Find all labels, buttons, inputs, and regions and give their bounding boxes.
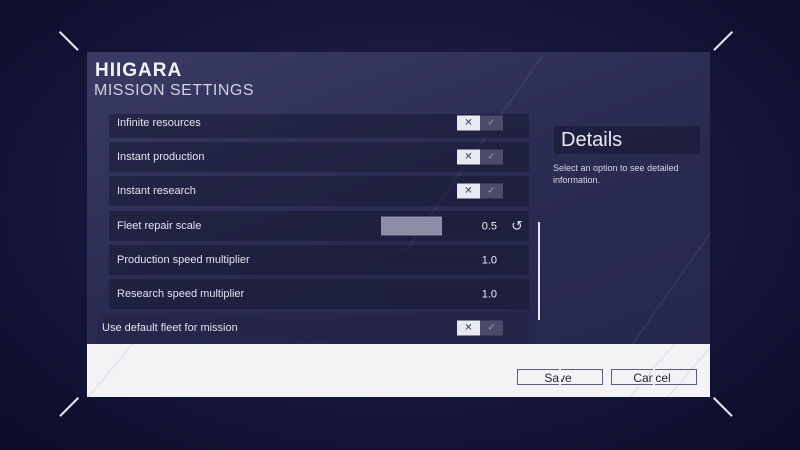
setting-label: Production speed multiplier bbox=[117, 254, 250, 266]
settings-list: Infinite resources ✕ ✓ Instant productio… bbox=[87, 114, 547, 344]
corner-bracket-bottom-left bbox=[58, 396, 80, 418]
reset-icon[interactable]: ↺ bbox=[509, 218, 525, 235]
setting-label: Fleet repair scale bbox=[117, 220, 202, 232]
settings-scrollbar[interactable] bbox=[538, 222, 540, 320]
setting-row-fleet-repair-scale[interactable]: Fleet repair scale 0.5 ↺ bbox=[109, 211, 529, 241]
close-icon[interactable]: ✕ bbox=[457, 115, 480, 131]
setting-label: Research speed multiplier bbox=[117, 288, 245, 300]
setting-label: Infinite resources bbox=[117, 117, 201, 129]
setting-row-default-fleet[interactable]: Use default fleet for mission ✕ ✓ bbox=[97, 313, 529, 343]
save-button[interactable]: Save bbox=[517, 369, 603, 385]
check-icon[interactable]: ✓ bbox=[480, 320, 503, 336]
slider-value: 1.0 bbox=[481, 288, 497, 300]
slider-value: 0.5 bbox=[481, 220, 497, 232]
page-title: MISSION SETTINGS bbox=[94, 82, 255, 99]
cancel-label: Cancel bbox=[633, 371, 671, 385]
setting-label: Use default fleet for mission bbox=[102, 322, 238, 334]
setting-row-research-speed[interactable]: Research speed multiplier 1.0 bbox=[109, 279, 529, 309]
close-icon[interactable]: ✕ bbox=[457, 149, 480, 165]
corner-bracket-top-left bbox=[58, 30, 80, 52]
research-speed-slider[interactable]: 1.0 bbox=[381, 284, 503, 304]
button-notch bbox=[559, 369, 561, 385]
details-title: Details bbox=[554, 126, 700, 154]
mission-settings-dialog: HIIGARA MISSION SETTINGS Infinite resour… bbox=[87, 52, 710, 397]
close-icon[interactable]: ✕ bbox=[457, 183, 480, 199]
setting-row-instant-research[interactable]: Instant research ✕ ✓ bbox=[109, 176, 529, 206]
production-speed-slider[interactable]: 1.0 bbox=[381, 250, 503, 270]
cancel-button[interactable]: Cancel bbox=[611, 369, 697, 385]
button-notch bbox=[653, 369, 655, 385]
setting-row-production-speed[interactable]: Production speed multiplier 1.0 bbox=[109, 245, 529, 275]
corner-bracket-bottom-right bbox=[712, 396, 734, 418]
fleet-repair-scale-slider[interactable]: 0.5 bbox=[381, 216, 503, 236]
close-icon[interactable]: ✕ bbox=[457, 320, 480, 336]
slider-fill bbox=[381, 216, 442, 236]
setting-row-instant-production[interactable]: Instant production ✕ ✓ bbox=[109, 142, 529, 172]
setting-label: Instant research bbox=[117, 185, 196, 197]
save-label: Save bbox=[544, 371, 572, 385]
toggle-default-fleet[interactable]: ✕ ✓ bbox=[457, 320, 503, 336]
toggle-instant-research[interactable]: ✕ ✓ bbox=[457, 183, 503, 199]
dialog-footer: Save Cancel bbox=[87, 344, 710, 397]
details-description: Select an option to see detailed informa… bbox=[553, 163, 679, 185]
check-icon[interactable]: ✓ bbox=[480, 115, 503, 131]
setting-row-infinite-resources[interactable]: Infinite resources ✕ ✓ bbox=[109, 114, 529, 138]
toggle-instant-production[interactable]: ✕ ✓ bbox=[457, 149, 503, 165]
hiigara-logo: HIIGARA bbox=[95, 60, 183, 81]
check-icon[interactable]: ✓ bbox=[480, 149, 503, 165]
corner-bracket-top-right bbox=[712, 30, 734, 52]
footer-stripe bbox=[87, 344, 147, 397]
slider-value: 1.0 bbox=[481, 254, 497, 266]
toggle-infinite-resources[interactable]: ✕ ✓ bbox=[457, 115, 503, 131]
setting-label: Instant production bbox=[117, 151, 205, 163]
check-icon[interactable]: ✓ bbox=[480, 183, 503, 199]
